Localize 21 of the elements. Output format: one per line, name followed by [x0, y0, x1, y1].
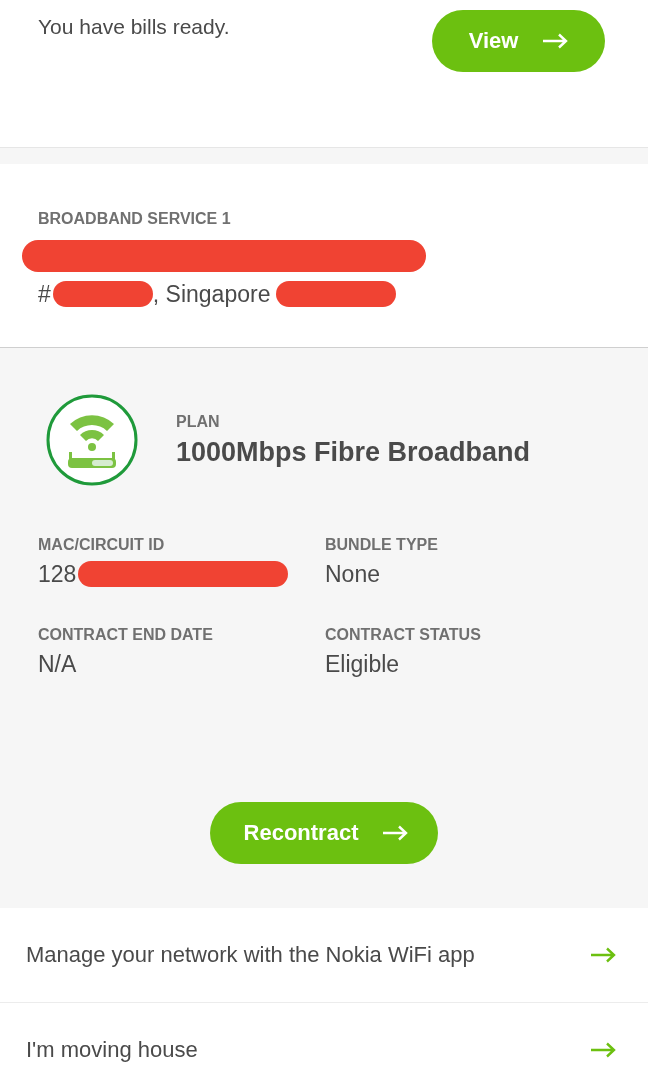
plan-name: 1000Mbps Fibre Broadband [176, 436, 531, 468]
arrow-icon [590, 947, 616, 963]
plan-label: PLAN [176, 412, 221, 431]
arrow-icon [382, 825, 409, 841]
link-row[interactable]: I'm moving house [0, 1003, 648, 1080]
field-value: N/A [38, 650, 77, 678]
field-label: CONTRACT END DATE [38, 626, 214, 644]
field-label: MAC/CIRCUIT ID [38, 536, 166, 554]
arrow-icon [590, 1042, 616, 1058]
field-label: BUNDLE TYPE [325, 536, 439, 554]
link-row[interactable]: Manage your network with the Nokia WiFi app [0, 908, 648, 1003]
arrow-icon [542, 33, 569, 49]
address-text: # [38, 280, 51, 308]
field-value: None [325, 560, 380, 588]
address-text: , Singapore [152, 280, 271, 308]
service-heading: BROADBAND SERVICE 1 [38, 210, 232, 228]
field-label: CONTRACT STATUS [325, 626, 482, 644]
field-value: 128 [38, 560, 77, 588]
field-value: Eligible [325, 650, 400, 678]
bills-message: You have bills ready. [38, 15, 230, 39]
router-icon [46, 394, 138, 486]
